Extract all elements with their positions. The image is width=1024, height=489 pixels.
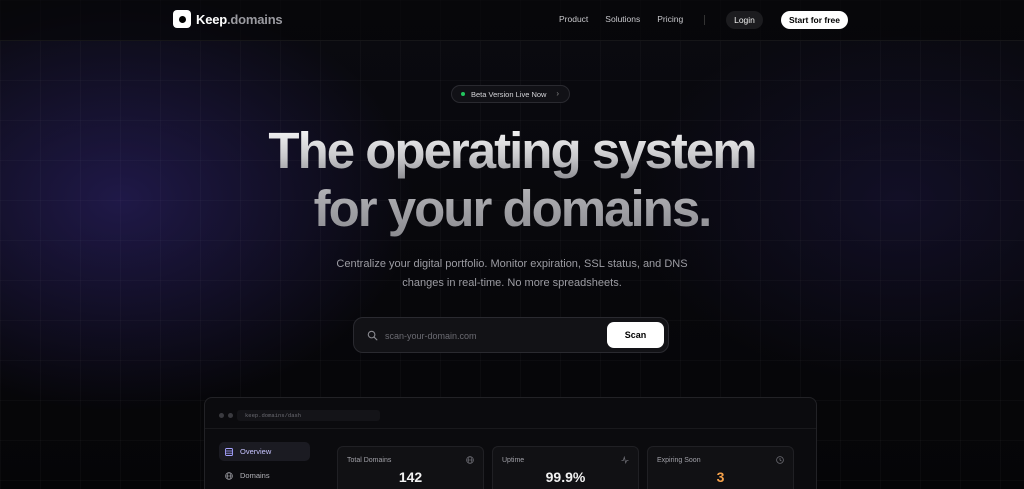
sidebar-item-label: Overview — [240, 447, 272, 456]
stat-value: 99.9% — [545, 469, 586, 485]
stat-label: Expiring Soon — [657, 457, 701, 464]
sidebar-item-domains[interactable]: Domains — [219, 466, 310, 485]
stat-value: 142 — [398, 469, 423, 485]
nav-link-pricing[interactable]: Pricing — [657, 14, 683, 24]
brand-logo[interactable]: Keep.domains — [173, 10, 283, 28]
stat-card-uptime[interactable]: Uptime 99.9% — [492, 446, 639, 489]
window-dot-icon — [228, 413, 233, 418]
stat-label: Total Domains — [347, 457, 392, 464]
list-icon — [225, 447, 233, 456]
beta-badge[interactable]: Beta Version Live Now › — [451, 85, 570, 103]
subtitle-line-1: Centralize your digital portfolio. Monit… — [336, 258, 688, 270]
activity-icon — [621, 456, 629, 464]
nav-link-solutions[interactable]: Solutions — [605, 14, 640, 24]
globe-icon — [225, 471, 233, 480]
login-button[interactable]: Login — [726, 11, 763, 29]
clock-icon — [776, 456, 784, 464]
subtitle-line-2: changes in real-time. No more spreadshee… — [402, 277, 622, 289]
sidebar-item-label: Domains — [240, 471, 270, 480]
stat-value: 3 — [716, 469, 725, 485]
domain-search-input[interactable] — [385, 328, 605, 344]
stat-label: Uptime — [502, 457, 525, 464]
dashboard-url: keep.domains/dash — [237, 410, 380, 421]
nav-link-product[interactable]: Product — [559, 14, 588, 24]
beta-badge-label: Beta Version Live Now — [471, 89, 547, 99]
brand-name: Keep.domains — [196, 11, 283, 27]
nav-divider — [704, 15, 705, 25]
hero-headline: The operating system for your domains. — [0, 122, 1024, 238]
scan-button[interactable]: Scan — [607, 322, 664, 348]
status-dot-icon — [461, 92, 465, 96]
divider — [205, 428, 816, 429]
search-icon — [367, 330, 378, 341]
domain-search-bar: Scan — [353, 317, 669, 353]
start-for-free-button[interactable]: Start for free — [781, 11, 848, 29]
hero-subtitle: Centralize your digital portfolio. Monit… — [312, 255, 712, 293]
sidebar-item-overview[interactable]: Overview — [219, 442, 310, 461]
headline-line-2: for your domains. — [0, 180, 1024, 238]
globe-icon — [466, 456, 474, 464]
stat-card-total-domains[interactable]: Total Domains 142 — [337, 446, 484, 489]
logo-mark-icon — [173, 10, 191, 28]
top-navbar: Keep.domains Product Solutions Pricing L… — [0, 0, 1024, 41]
window-dot-icon — [219, 413, 224, 418]
headline-line-1: The operating system — [0, 122, 1024, 180]
stat-card-expiring-soon[interactable]: Expiring Soon 3 — [647, 446, 794, 489]
nav-links: Product Solutions Pricing — [559, 14, 683, 24]
chevron-right-icon: › — [556, 89, 559, 98]
